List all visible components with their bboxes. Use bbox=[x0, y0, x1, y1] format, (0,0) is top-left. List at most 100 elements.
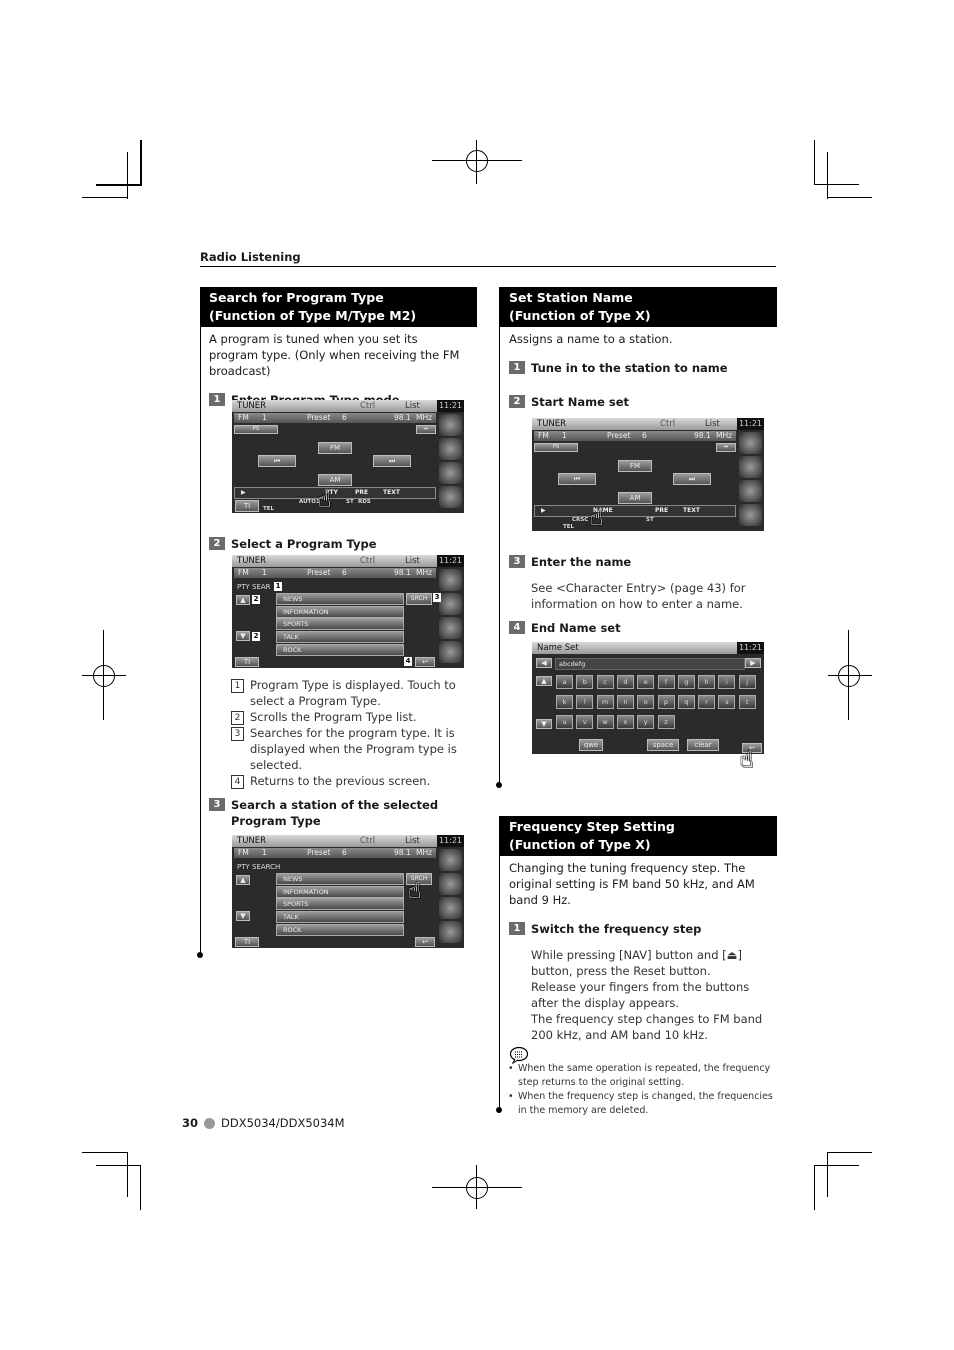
tab-list[interactable]: List bbox=[705, 418, 720, 430]
pre-button[interactable]: PRE bbox=[655, 506, 668, 516]
setup-icon[interactable] bbox=[439, 641, 462, 663]
pty-item[interactable]: NEWS bbox=[276, 593, 404, 605]
key-k[interactable]: k bbox=[556, 695, 573, 709]
media-icon[interactable] bbox=[439, 414, 462, 436]
speaker-icon[interactable] bbox=[439, 617, 462, 639]
fm-button[interactable]: FM bbox=[618, 460, 652, 472]
key-t[interactable]: t bbox=[738, 695, 756, 709]
seek-next-button[interactable]: ⏭ bbox=[673, 473, 711, 485]
speaker-icon[interactable] bbox=[739, 480, 762, 502]
pty-item[interactable]: SPORTS bbox=[276, 898, 404, 910]
page-down-button[interactable]: ▼ bbox=[536, 719, 552, 729]
name-input[interactable]: abcdefg bbox=[555, 658, 745, 670]
function-bar: ▶ NAME PRE TEXT bbox=[534, 505, 736, 517]
seek-prev-button[interactable]: ⏮ bbox=[258, 455, 296, 467]
page-up-button[interactable]: ▲ bbox=[536, 676, 552, 686]
pty-item[interactable]: TALK bbox=[276, 911, 404, 923]
am-button[interactable]: AM bbox=[318, 474, 352, 486]
key-n[interactable]: n bbox=[616, 695, 634, 709]
tab-list[interactable]: List bbox=[405, 555, 420, 567]
text-button[interactable]: TEXT bbox=[383, 488, 400, 498]
setup-icon[interactable] bbox=[439, 486, 462, 508]
tab-list[interactable]: List bbox=[405, 835, 420, 847]
tab-list[interactable]: List bbox=[405, 400, 420, 412]
key-q[interactable]: q bbox=[677, 695, 695, 709]
pty-select-screen: TUNER Ctrl List 11:21 FM 1 Preset 6 98.1… bbox=[232, 555, 464, 668]
audio-icon[interactable] bbox=[439, 873, 462, 895]
pty-item[interactable]: INFORMATION bbox=[276, 886, 404, 898]
scroll-back-button[interactable]: ⏮ bbox=[416, 425, 436, 434]
ti-button[interactable]: TI bbox=[235, 937, 259, 947]
pty-item[interactable]: ROCK bbox=[276, 924, 404, 936]
ps-button[interactable]: PS bbox=[534, 443, 578, 452]
audio-icon[interactable] bbox=[739, 456, 762, 478]
tab-ctrl[interactable]: Ctrl bbox=[360, 400, 375, 412]
key-p[interactable]: p bbox=[657, 695, 675, 709]
scroll-up-button[interactable]: ▲ bbox=[236, 875, 250, 885]
key-s[interactable]: s bbox=[718, 695, 736, 709]
key-c[interactable]: c bbox=[596, 675, 614, 689]
media-icon[interactable] bbox=[439, 569, 462, 591]
key-x[interactable]: x bbox=[616, 715, 634, 729]
scroll-back-button[interactable]: ⏮ bbox=[716, 443, 736, 452]
key-e[interactable]: e bbox=[637, 675, 655, 689]
pty-item[interactable]: SPORTS bbox=[276, 618, 404, 630]
audio-icon[interactable] bbox=[439, 593, 462, 615]
audio-icon[interactable] bbox=[439, 438, 462, 460]
fm-button[interactable]: FM bbox=[318, 442, 352, 454]
right-column-bottom: Frequency Step Setting (Function of Type… bbox=[500, 816, 777, 1118]
setup-icon[interactable] bbox=[439, 921, 462, 943]
key-b[interactable]: b bbox=[576, 675, 594, 689]
key-m[interactable]: m bbox=[596, 695, 614, 709]
scroll-down-button[interactable]: ▼ bbox=[236, 631, 250, 641]
key-z[interactable]: z bbox=[657, 715, 675, 729]
pty-item[interactable]: ROCK bbox=[276, 644, 404, 656]
ti-button[interactable]: TI bbox=[235, 657, 259, 667]
ps-button[interactable]: PS bbox=[234, 425, 278, 434]
key-l[interactable]: l bbox=[576, 695, 594, 709]
back-button[interactable]: ↩ bbox=[415, 657, 435, 667]
key-i[interactable]: i bbox=[718, 675, 736, 689]
seek-next-button[interactable]: ⏭ bbox=[373, 455, 411, 467]
seek-prev-button[interactable]: ⏮ bbox=[558, 473, 596, 485]
key-j[interactable]: j bbox=[738, 675, 756, 689]
key-d[interactable]: d bbox=[616, 675, 634, 689]
cursor-left-button[interactable]: ◀ bbox=[536, 658, 552, 668]
pty-item[interactable]: NEWS bbox=[276, 873, 404, 885]
key-u[interactable]: u bbox=[556, 715, 573, 729]
media-icon[interactable] bbox=[439, 849, 462, 871]
clear-button[interactable]: clear bbox=[687, 739, 719, 751]
key-h[interactable]: h bbox=[698, 675, 716, 689]
key-v[interactable]: v bbox=[576, 715, 594, 729]
pre-button[interactable]: PRE bbox=[355, 488, 368, 498]
scroll-up-button[interactable]: ▲ bbox=[236, 595, 250, 605]
am-button[interactable]: AM bbox=[618, 492, 652, 504]
back-button[interactable]: ↩ bbox=[415, 937, 435, 947]
speaker-icon[interactable] bbox=[439, 897, 462, 919]
space-button[interactable]: space bbox=[647, 739, 679, 751]
play-button[interactable]: ▶ bbox=[541, 506, 546, 516]
key-w[interactable]: w bbox=[596, 715, 614, 729]
search-button[interactable]: SRCH bbox=[406, 593, 432, 605]
pty-item[interactable]: INFORMATION bbox=[276, 606, 404, 618]
ti-button[interactable]: TI bbox=[235, 500, 259, 512]
key-a[interactable]: a bbox=[556, 675, 573, 689]
key-f[interactable]: f bbox=[657, 675, 675, 689]
scroll-down-button[interactable]: ▼ bbox=[236, 911, 250, 921]
tab-ctrl[interactable]: Ctrl bbox=[360, 835, 375, 847]
speaker-icon[interactable] bbox=[439, 462, 462, 484]
tab-ctrl[interactable]: Ctrl bbox=[660, 418, 675, 430]
key-r[interactable]: r bbox=[698, 695, 716, 709]
section-intro: Changing the tuning frequency step. The … bbox=[509, 861, 755, 907]
qwe-button[interactable]: qwe bbox=[579, 739, 603, 751]
play-button[interactable]: ▶ bbox=[241, 488, 246, 498]
tab-ctrl[interactable]: Ctrl bbox=[360, 555, 375, 567]
pty-item[interactable]: TALK bbox=[276, 631, 404, 643]
media-icon[interactable] bbox=[739, 432, 762, 454]
cursor-right-button[interactable]: ▶ bbox=[745, 658, 761, 668]
key-g[interactable]: g bbox=[677, 675, 695, 689]
key-o[interactable]: o bbox=[637, 695, 655, 709]
key-y[interactable]: y bbox=[637, 715, 655, 729]
text-button[interactable]: TEXT bbox=[683, 506, 700, 516]
setup-icon[interactable] bbox=[739, 504, 762, 526]
